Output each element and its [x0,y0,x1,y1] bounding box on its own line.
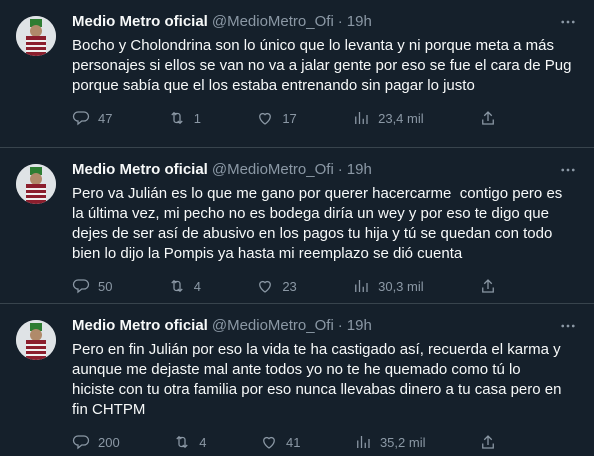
views-icon [357,436,370,448]
reply-button[interactable]: 200 [72,433,120,451]
display-name[interactable]: Medio Metro oficial [72,160,208,180]
tweet-text: Pero en fin Julián por eso la vida te ha… [72,341,562,418]
user-handle[interactable]: @MedioMetro_Ofi [212,12,334,32]
heart-icon [259,112,272,125]
avatar[interactable] [16,320,56,360]
tweet-actions: 50 4 23 30,3 mil [72,276,497,296]
share-icon [482,435,494,449]
like-count: 17 [282,110,297,126]
views-icon [355,280,368,292]
share-button[interactable] [479,277,497,295]
tweet-text: Bocho y Cholondrina son lo único que lo … [72,37,572,94]
reply-count: 50 [98,278,113,294]
retweet-icon [176,435,188,449]
tweet[interactable]: Medio Metro oficial @MedioMetro_Ofi · 19… [0,148,594,304]
display-name[interactable]: Medio Metro oficial [72,12,208,32]
views-button[interactable]: 35,2 mil [354,433,426,451]
share-button[interactable] [479,433,497,451]
display-name[interactable]: Medio Metro oficial [72,316,208,336]
share-icon [482,279,494,293]
avatar[interactable] [16,164,56,204]
separator-dot: · [337,317,343,334]
user-handle[interactable]: @MedioMetro_Ofi [212,316,334,336]
tweet[interactable]: Medio Metro oficial @MedioMetro_Ofi · 19… [0,304,594,456]
like-button[interactable]: 23 [256,277,297,295]
retweet-icon [171,111,183,125]
separator-dot: · [337,13,343,30]
reply-button[interactable]: 47 [72,109,112,127]
retweet-count: 4 [193,278,202,294]
views-button[interactable]: 23,4 mil [352,109,424,127]
heart-icon [263,436,275,449]
like-count: 41 [285,434,301,450]
share-button[interactable] [479,109,497,127]
more-icon[interactable] [558,316,578,336]
retweet-button[interactable]: 4 [173,433,206,451]
like-count: 23 [282,278,297,294]
reply-count: 200 [98,434,120,450]
views-count: 23,4 mil [378,110,424,126]
like-button[interactable]: 17 [256,109,297,127]
views-count: 30,3 mil [378,278,424,294]
reply-icon [72,435,90,450]
tweet-header: Medio Metro oficial @MedioMetro_Ofi · 19… [72,12,578,32]
views-icon [355,112,368,124]
views-button[interactable]: 30,3 mil [352,277,424,295]
separator-dot: · [337,161,343,178]
reply-icon [72,279,90,294]
more-icon[interactable] [558,160,578,180]
timestamp[interactable]: 19h [347,160,372,180]
reply-count: 47 [98,110,113,126]
heart-icon [259,280,272,293]
retweet-button[interactable]: 1 [168,109,201,127]
tweet-header: Medio Metro oficial @MedioMetro_Ofi · 19… [72,316,578,336]
timestamp[interactable]: 19h [347,12,372,32]
retweet-icon [171,279,183,293]
retweet-button[interactable]: 4 [168,277,201,295]
tweet-header: Medio Metro oficial @MedioMetro_Ofi · 19… [72,160,578,180]
avatar[interactable] [16,16,56,56]
tweet-actions: 47 1 17 23,4 mil [72,108,497,128]
tweet-actions: 200 4 41 35,2 mil [72,432,497,452]
tweet[interactable]: Medio Metro oficial @MedioMetro_Ofi · 19… [0,0,594,148]
more-icon[interactable] [558,12,578,32]
views-count: 35,2 mil [379,434,426,450]
share-icon [482,111,494,125]
timestamp[interactable]: 19h [347,316,372,336]
retweet-count: 1 [193,110,202,126]
like-button[interactable]: 41 [260,433,300,451]
retweet-count: 4 [199,434,207,450]
tweet-text: Pero va Julián es lo que me gano por que… [72,185,563,262]
user-handle[interactable]: @MedioMetro_Ofi [212,160,334,180]
reply-icon [72,111,90,126]
reply-button[interactable]: 50 [72,277,112,295]
